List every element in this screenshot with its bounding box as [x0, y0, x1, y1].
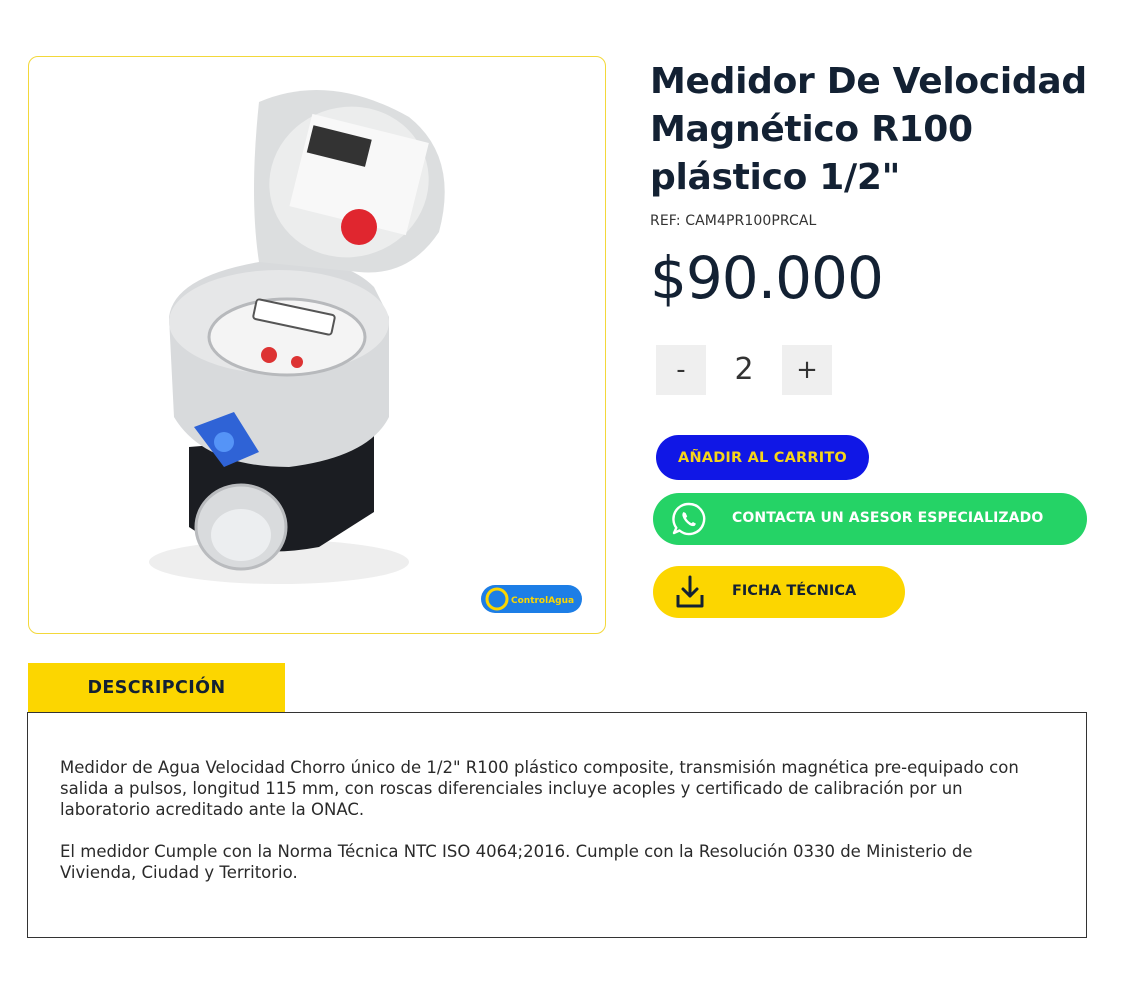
logo-text: ControlAgua — [511, 596, 574, 606]
quantity-decrease-button[interactable]: - — [656, 345, 706, 395]
description-paragraph: El medidor Cumple con la Norma Técnica N… — [60, 842, 973, 882]
contact-advisor-label: CONTACTA UN ASESOR ESPECIALIZADO — [732, 510, 1044, 526]
add-to-cart-label: AÑADIR AL CARRITO — [678, 449, 847, 466]
quantity-increase-button[interactable]: + — [782, 345, 832, 395]
product-price: $90.000 — [650, 244, 884, 312]
add-to-cart-button[interactable]: AÑADIR AL CARRITO — [656, 435, 869, 480]
datasheet-download-button[interactable]: FICHA TÉCNICA — [653, 566, 905, 618]
quantity-input[interactable]: 2 — [712, 345, 776, 395]
contact-advisor-button[interactable]: CONTACTA UN ASESOR ESPECIALIZADO — [653, 493, 1087, 545]
whatsapp-icon — [672, 502, 706, 536]
tab-description-label: DESCRIPCIÓN — [87, 678, 226, 698]
product-title: Medidor De Velocidad Magnético R100 plás… — [650, 61, 1087, 198]
description-panel: Medidor de Agua Velocidad Chorro único d… — [27, 712, 1087, 938]
product-image: ControlAgua — [149, 90, 582, 613]
download-icon — [676, 575, 704, 608]
tab-description[interactable]: DESCRIPCIÓN — [28, 663, 285, 713]
datasheet-label: FICHA TÉCNICA — [732, 583, 857, 599]
product-ref: REF: CAM4PR100PRCAL — [650, 213, 817, 229]
description-paragraph: Medidor de Agua Velocidad Chorro único d… — [60, 758, 1019, 819]
product-image-frame[interactable]: ControlAgua — [28, 56, 606, 634]
